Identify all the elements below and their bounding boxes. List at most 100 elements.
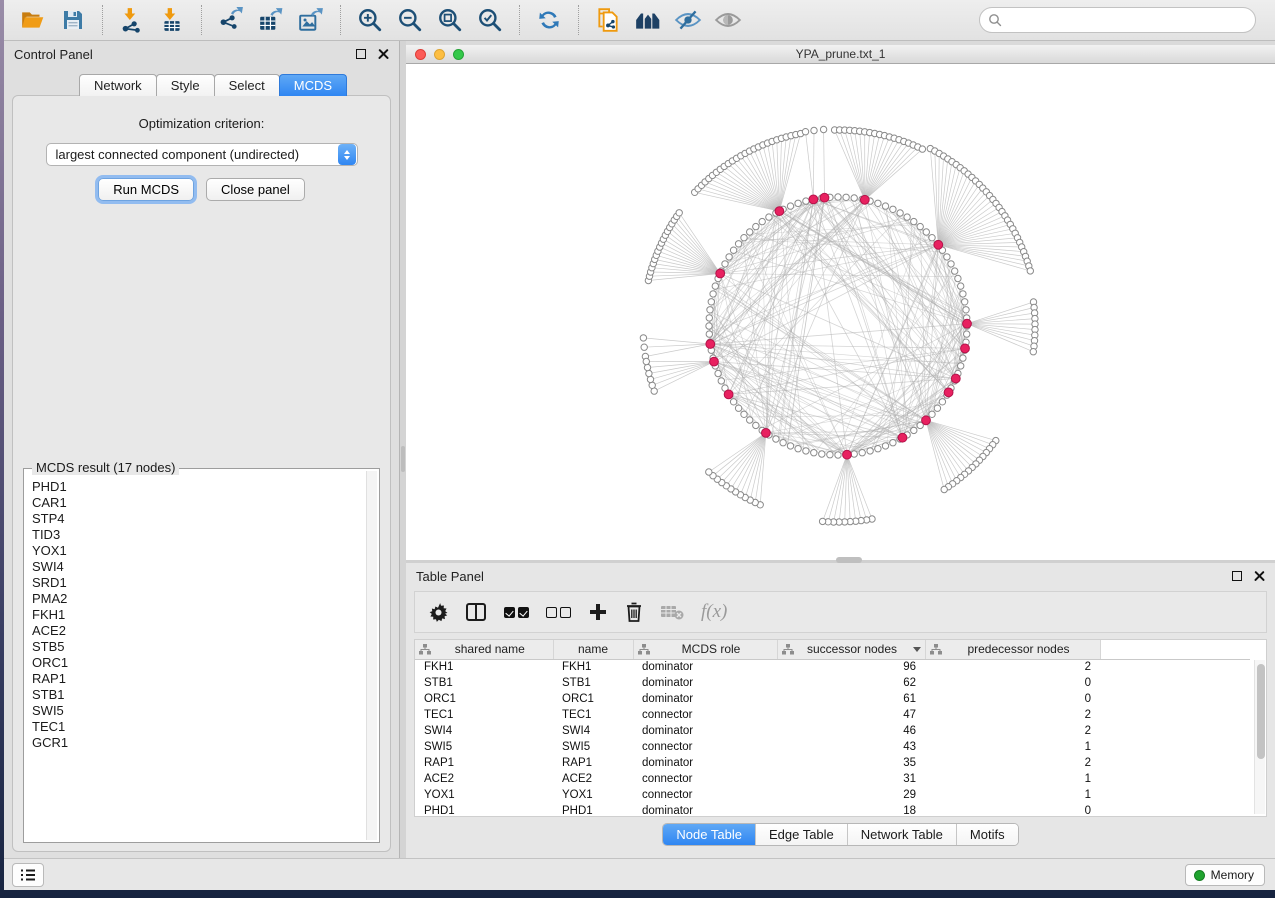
search-input[interactable] [1002,13,1255,27]
table-row[interactable]: PHD1PHD1dominator180 [415,803,1250,817]
ring-node[interactable] [964,331,970,337]
table-row[interactable]: SWI5SWI5connector431 [415,739,1250,755]
ring-node[interactable] [890,206,896,212]
zoom-out-icon[interactable] [395,5,425,35]
column-header-shared-name[interactable]: shared name [415,640,553,659]
ring-node[interactable] [795,200,801,206]
leaf-node[interactable] [820,126,826,132]
mcds-hub-node[interactable] [961,344,970,353]
ring-node[interactable] [707,307,713,313]
ring-node[interactable] [803,448,809,454]
close-panel-icon[interactable] [1254,571,1265,582]
table-scrollbar[interactable] [1254,660,1265,814]
ring-node[interactable] [773,436,779,442]
ring-node[interactable] [923,229,929,235]
table-row[interactable]: ORC1ORC1dominator610 [415,691,1250,707]
tab-motifs[interactable]: Motifs [957,824,1018,845]
ring-node[interactable] [735,241,741,247]
tab-network-table[interactable]: Network Table [848,824,957,845]
table-row[interactable]: TEC1TEC1connector472 [415,707,1250,723]
result-item[interactable]: YOX1 [32,543,365,559]
ring-node[interactable] [715,370,721,376]
table-settings-gear-icon[interactable] [429,603,448,622]
ring-node[interactable] [911,218,917,224]
ring-node[interactable] [890,440,896,446]
leaf-node[interactable] [811,127,817,133]
ring-node[interactable] [795,446,801,452]
ring-node[interactable] [710,291,716,297]
result-item[interactable]: ORC1 [32,655,365,671]
ring-node[interactable] [722,261,728,267]
result-item[interactable]: SRD1 [32,575,365,591]
zoom-in-icon[interactable] [355,5,385,35]
result-item[interactable]: ACE2 [32,623,365,639]
table-row[interactable]: SWI4SWI4dominator462 [415,723,1250,739]
ring-node[interactable] [917,223,923,229]
leaf-node[interactable] [1027,268,1033,274]
result-scrollbar[interactable] [366,471,377,840]
ring-node[interactable] [726,254,732,260]
tab-style[interactable]: Style [156,74,215,96]
zoom-selected-icon[interactable] [475,5,505,35]
table-row[interactable]: YOX1YOX1connector291 [415,787,1250,803]
export-table-icon[interactable] [256,5,286,35]
mcds-hub-node[interactable] [710,357,719,366]
ring-node[interactable] [741,411,747,417]
deselect-all-icon[interactable] [546,607,571,618]
ring-node[interactable] [766,214,772,220]
save-icon[interactable] [58,5,88,35]
hide-panel-icon[interactable] [673,5,703,35]
open-icon[interactable] [18,5,48,35]
splitter-handle[interactable] [401,446,405,472]
network-view[interactable] [406,64,1275,560]
search-field[interactable] [979,7,1256,33]
select-all-icon[interactable] [504,607,529,618]
result-item[interactable]: PHD1 [32,479,365,495]
import-table-icon[interactable] [157,5,187,35]
leaf-node[interactable] [919,146,925,152]
leaf-node[interactable] [643,358,649,364]
result-item[interactable]: TEC1 [32,719,365,735]
result-item[interactable]: STB5 [32,639,365,655]
float-panel-icon[interactable] [356,49,366,59]
leaf-node[interactable] [941,486,947,492]
leaf-node[interactable] [802,129,808,135]
leaf-node[interactable] [706,469,712,475]
column-header-predecessor-nodes[interactable]: predecessor nodes [925,640,1100,659]
leaf-node[interactable] [819,518,825,524]
leaf-node[interactable] [647,376,653,382]
add-column-icon[interactable] [588,602,608,622]
scrollbar-thumb[interactable] [1257,664,1265,759]
network-graph[interactable] [406,64,1275,560]
window-minimize-icon[interactable] [434,49,445,60]
zoom-fit-icon[interactable] [435,5,465,35]
ring-node[interactable] [706,331,712,337]
mcds-hub-node[interactable] [820,193,829,202]
tab-edge-table[interactable]: Edge Table [756,824,848,845]
column-header-name[interactable]: name [553,640,633,659]
ring-node[interactable] [960,355,966,361]
result-item[interactable]: TID3 [32,527,365,543]
ring-node[interactable] [955,275,961,281]
ring-node[interactable] [787,443,793,449]
ring-node[interactable] [929,411,935,417]
ring-node[interactable] [730,247,736,253]
result-item[interactable]: RAP1 [32,671,365,687]
table-row[interactable]: RAP1RAP1dominator352 [415,755,1250,771]
mcds-hub-node[interactable] [706,340,715,349]
task-history-button[interactable] [12,863,44,887]
ring-node[interactable] [929,235,935,241]
mcds-hub-node[interactable] [716,269,725,278]
ring-node[interactable] [960,291,966,297]
ring-node[interactable] [944,254,950,260]
ring-node[interactable] [934,405,940,411]
mcds-hub-node[interactable] [944,388,953,397]
ring-node[interactable] [882,203,888,209]
criterion-dropdown[interactable]: largest connected component (undirected) [46,143,358,166]
column-header-successor-nodes[interactable]: successor nodes [777,640,925,659]
import-network-icon[interactable] [117,5,147,35]
ring-node[interactable] [753,422,759,428]
ring-node[interactable] [747,417,753,423]
mcds-hub-node[interactable] [951,374,960,383]
ring-node[interactable] [735,405,741,411]
